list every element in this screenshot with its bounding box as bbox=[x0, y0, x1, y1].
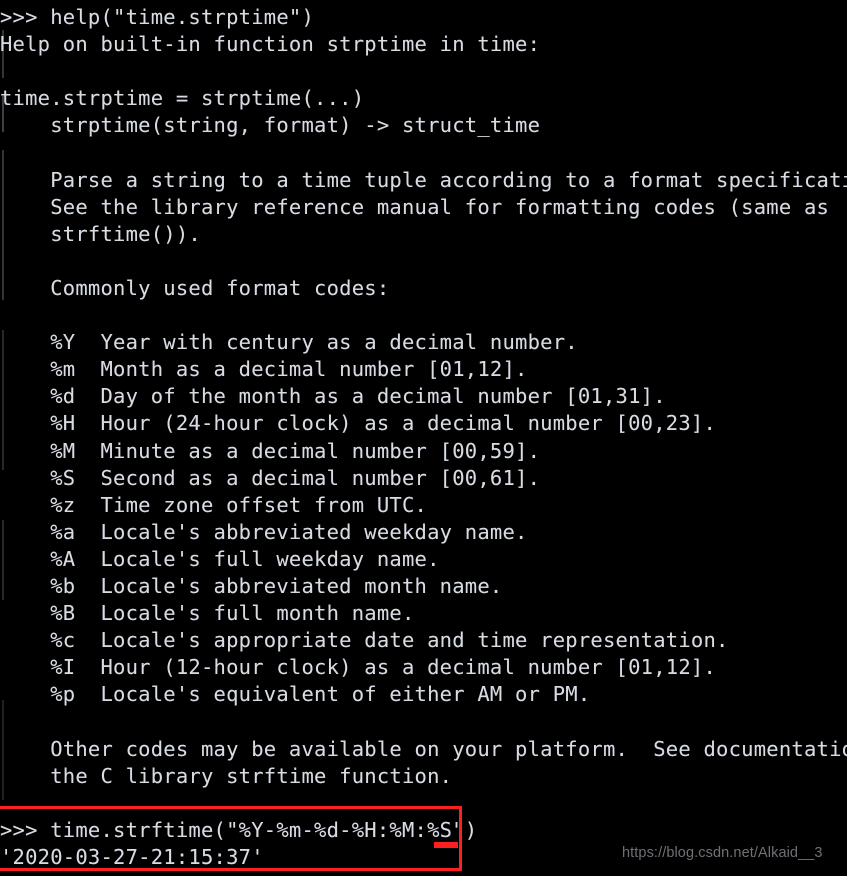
console-line-format-code-m: %m Month as a decimal number [01,12]. bbox=[0, 357, 528, 382]
console-line-blank bbox=[0, 248, 847, 275]
console-line-footer-1: Other codes may be available on your pla… bbox=[0, 736, 847, 761]
console-line-format-code-d: %d Day of the month as a decimal number … bbox=[0, 384, 666, 409]
console-line-command-strftime: >>> time.strftime("%Y-%m-%d-%H:%M:%S") bbox=[0, 817, 478, 842]
console-line-format-code-A: %A Locale's full weekday name. bbox=[0, 546, 440, 571]
console-line-command-help: >>> help("time.strptime") bbox=[0, 5, 315, 29]
console-line-format-code-p: %p Locale's equivalent of either AM or P… bbox=[0, 682, 591, 707]
console-line-format-code-S: %S Second as a decimal number [00,61]. bbox=[0, 465, 541, 490]
console-line-format-code-Y: %Y Year with century as a decimal number… bbox=[0, 330, 578, 355]
console-line-description-1: Parse a string to a time tuple according… bbox=[0, 167, 847, 192]
console-line-format-code-B: %B Locale's full month name. bbox=[0, 601, 415, 626]
console-line-signature: strptime(string, format) -> struct_time bbox=[0, 113, 541, 138]
console-line-blank bbox=[0, 58, 847, 85]
console-line-blank bbox=[0, 790, 847, 817]
console-line-format-code-z: %z Time zone offset from UTC. bbox=[0, 492, 428, 517]
console-line-format-code-M: %M Minute as a decimal number [00,59]. bbox=[0, 438, 541, 463]
console-line-help-header: Help on built-in function strptime in ti… bbox=[0, 32, 541, 57]
console-line-blank bbox=[0, 139, 847, 166]
console-line-format-code-I: %I Hour (12-hour clock) as a decimal num… bbox=[0, 655, 717, 680]
console-line-description-2: See the library reference manual for for… bbox=[0, 194, 830, 219]
console-line-format-code-c: %c Locale's appropriate date and time re… bbox=[0, 628, 729, 653]
console-line-codes-heading: Commonly used format codes: bbox=[0, 275, 390, 300]
console-line-footer-2: the C library strftime function. bbox=[0, 763, 453, 788]
console-line-format-code-a: %a Locale's abbreviated weekday name. bbox=[0, 519, 528, 544]
python-console[interactable]: >>> help("time.strptime") Help on built-… bbox=[0, 0, 847, 876]
console-line-blank bbox=[0, 708, 847, 735]
console-line-signature-qualname: time.strptime = strptime(...) bbox=[0, 86, 365, 111]
console-line-format-code-H: %H Hour (24-hour clock) as a decimal num… bbox=[0, 411, 717, 436]
console-line-blank bbox=[0, 302, 847, 329]
watermark-blog-url: https://blog.csdn.net/Alkaid__3 bbox=[622, 845, 823, 861]
console-line-description-3: strftime()). bbox=[0, 221, 201, 246]
console-line-format-code-b: %b Locale's abbreviated month name. bbox=[0, 573, 503, 598]
